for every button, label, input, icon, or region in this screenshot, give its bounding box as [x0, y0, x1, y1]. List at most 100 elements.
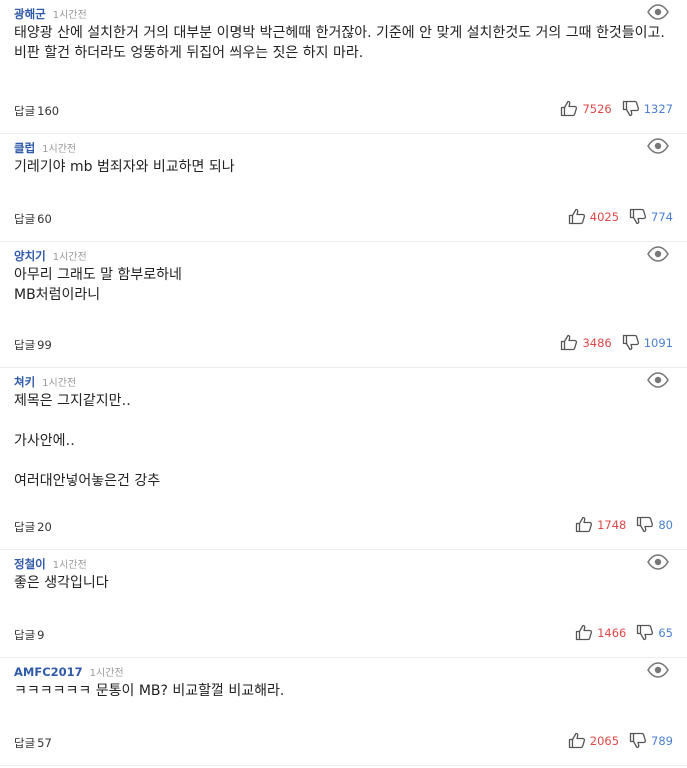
eye-icon[interactable] [647, 4, 669, 20]
comment-text-line: 태양광 산에 설치한거 거의 대부분 이명박 박근헤때 한거잖아. 기준에 안 … [14, 25, 665, 41]
reply-label: 답글 [14, 520, 36, 534]
thumbs-up-icon [568, 732, 590, 749]
dislike-button[interactable]: 789 [629, 732, 673, 749]
comment-author[interactable]: 클럽 [14, 140, 35, 156]
like-button[interactable]: 2065 [568, 732, 619, 749]
comment-header: AMFC2017 1시간전 [14, 664, 124, 679]
comment-author[interactable]: AMFC2017 [14, 665, 83, 679]
comment-text-line: 아무리 그래도 말 함부로하네 [14, 267, 182, 283]
like-button[interactable]: 7526 [560, 100, 612, 117]
dislike-button[interactable]: 774 [629, 208, 673, 225]
reply-count: 57 [37, 736, 52, 750]
comment-text-line: ㅋㅋㅋㅋㅋㅋ 문통이 MB? 비교할껄 비교해라. [14, 683, 285, 699]
reply-count: 160 [37, 104, 60, 118]
like-count: 7526 [582, 101, 612, 116]
reply-button[interactable]: 답글 20 [14, 519, 52, 535]
thumbs-down-icon [629, 208, 651, 225]
thumbs-up-icon [568, 208, 590, 225]
comment-item: 정철이 1시간전 좋은 생각입니다 답글 9 1466 65 [0, 550, 687, 658]
like-count: 3486 [582, 335, 612, 350]
comment-header: 쳐키 1시간전 [14, 374, 76, 390]
comment-text-line: 기레기야 mb 범죄자와 비교하면 되나 [14, 159, 235, 175]
thumbs-up-icon [560, 100, 582, 117]
comment-body: ㅋㅋㅋㅋㅋㅋ 문통이 MB? 비교할껄 비교해라. [14, 681, 667, 701]
comment-text-line [14, 451, 667, 471]
reply-count: 99 [37, 338, 52, 352]
comment-header: 광해군 1시간전 [14, 6, 87, 22]
thumbs-down-icon [622, 334, 644, 351]
comment-list: 광해군 1시간전 태양광 산에 설치한거 거의 대부분 이명박 박근헤때 한거잖… [0, 0, 687, 768]
eye-icon[interactable] [647, 372, 669, 388]
dislike-button[interactable]: 1091 [622, 334, 673, 351]
vote-group: 2065 789 [568, 732, 673, 749]
reply-button[interactable]: 답글 57 [14, 735, 52, 751]
like-button[interactable]: 4025 [568, 208, 619, 225]
comment-time: 1시간전 [89, 668, 124, 679]
dislike-button[interactable]: 80 [636, 516, 673, 533]
comment-item: 양치기 1시간전 아무리 그래도 말 함부로하네 MB처럼이라니 답글 99 348… [0, 242, 687, 368]
reply-label: 답글 [14, 736, 36, 750]
dislike-button[interactable]: 1327 [622, 100, 673, 117]
vote-group: 4025 774 [568, 208, 673, 225]
comment-text-line: 여러대안넣어놓은건 강추 [14, 473, 161, 489]
dislike-count: 1091 [643, 335, 673, 350]
comment-text-line: 비판 할건 하더라도 엉뚱하게 뒤집어 씌우는 짓은 하지 마라. [14, 45, 364, 61]
thumbs-up-icon [575, 624, 597, 641]
comment-text-line: 가사안에‥ [14, 433, 75, 449]
reply-button[interactable]: 답글 99 [14, 337, 52, 353]
dislike-count: 774 [651, 209, 673, 224]
like-button[interactable]: 1748 [575, 516, 626, 533]
comment-body: 좋은 생각입니다 [14, 573, 667, 593]
comment-text-line: MB처럼이라니 [14, 287, 101, 303]
thumbs-down-icon [629, 732, 651, 749]
vote-group: 1466 65 [575, 624, 673, 641]
thumbs-down-icon [622, 100, 644, 117]
dislike-count: 80 [658, 517, 673, 532]
eye-icon[interactable] [647, 246, 669, 262]
comment-body: 제목은 그지같지만‥ 가사안에‥ 여러대안넣어놓은건 강추 [14, 391, 667, 491]
eye-icon[interactable] [647, 662, 669, 678]
comment-header: 클럽 1시간전 [14, 140, 76, 156]
reply-button[interactable]: 답글 60 [14, 211, 52, 227]
reply-button[interactable]: 답글 160 [14, 103, 59, 119]
comment-author[interactable]: 양치기 [14, 248, 46, 264]
comment-time: 1시간전 [52, 560, 87, 571]
reply-label: 답글 [14, 338, 36, 352]
dislike-count: 789 [651, 733, 673, 748]
reply-count: 60 [37, 212, 52, 226]
comment-text-line [14, 411, 667, 431]
dislike-count: 1327 [643, 101, 673, 116]
like-button[interactable]: 1466 [575, 624, 626, 641]
reply-count: 20 [37, 520, 52, 534]
thumbs-down-icon [636, 624, 658, 641]
like-count: 4025 [589, 209, 620, 224]
comment-body: 태양광 산에 설치한거 거의 대부분 이명박 박근헤때 한거잖아. 기준에 안 … [14, 23, 667, 63]
comment-author[interactable]: 광해군 [14, 6, 46, 22]
comment-time: 1시간전 [52, 10, 87, 21]
comment-text-line: 제목은 그지같지만‥ [14, 393, 131, 409]
comment-header: 양치기 1시간전 [14, 248, 87, 264]
reply-label: 답글 [14, 104, 36, 118]
reply-label: 답글 [14, 628, 36, 642]
eye-icon[interactable] [647, 554, 669, 570]
dislike-button[interactable]: 65 [636, 624, 673, 641]
like-button[interactable]: 3486 [560, 334, 612, 351]
comment-text-line: 좋은 생각입니다 [14, 575, 109, 591]
thumbs-up-icon [575, 516, 597, 533]
vote-group: 3486 1091 [560, 334, 673, 351]
comment-time: 1시간전 [52, 252, 87, 263]
comment-body: 기레기야 mb 범죄자와 비교하면 되나 [14, 157, 667, 177]
dislike-count: 65 [658, 625, 673, 640]
comment-time: 1시간전 [42, 144, 77, 155]
like-count: 1466 [597, 625, 627, 640]
comment-header: 정철이 1시간전 [14, 556, 87, 572]
comment-item: 광해군 1시간전 태양광 산에 설치한거 거의 대부분 이명박 박근헤때 한거잖… [0, 0, 687, 134]
like-count: 2065 [589, 733, 620, 748]
comment-author[interactable]: 쳐키 [14, 374, 35, 390]
reply-count: 9 [37, 628, 45, 642]
reply-button[interactable]: 답글 9 [14, 627, 45, 643]
comment-author[interactable]: 정철이 [14, 556, 46, 572]
eye-icon[interactable] [647, 138, 669, 154]
comment-body: 아무리 그래도 말 함부로하네 MB처럼이라니 [14, 265, 667, 305]
thumbs-up-icon [560, 334, 582, 351]
